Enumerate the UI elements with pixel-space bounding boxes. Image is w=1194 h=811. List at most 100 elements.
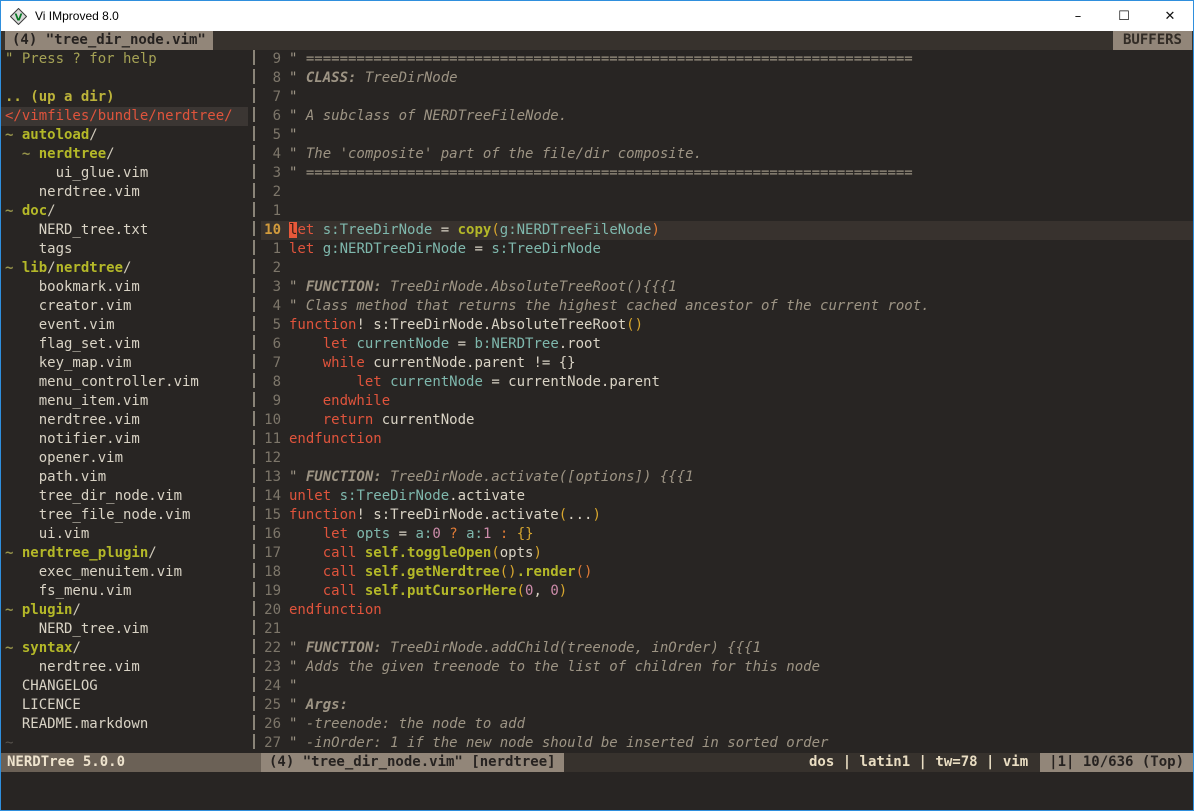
token-dir: doc [22, 203, 47, 219]
editor-line[interactable]: 21 [261, 620, 1193, 639]
line-number: 22 [261, 639, 289, 658]
vertical-split-separator[interactable] [248, 50, 261, 753]
token-op [289, 583, 323, 599]
token-slash: / [47, 203, 55, 219]
token-kw: endwhile [323, 393, 390, 409]
tree-file-tree-dir-node[interactable]: tree_dir_node.vim [1, 487, 248, 506]
tree-dir-doc[interactable]: ~ doc/ [1, 202, 248, 221]
tree-file-menu-controller[interactable]: menu_controller.vim [1, 373, 248, 392]
tree-file-path[interactable]: path.vim [1, 468, 248, 487]
tree-file-ui-glue[interactable]: ui_glue.vim [1, 164, 248, 183]
editor-line[interactable]: 2 [261, 259, 1193, 278]
editor-line[interactable]: 22" FUNCTION: TreeDirNode.addChild(treen… [261, 639, 1193, 658]
editor-line[interactable]: 23" Adds the given treenode to the list … [261, 658, 1193, 677]
tree-up-dir[interactable]: .. (up a dir) [1, 88, 248, 107]
tree-file-flag-set[interactable]: flag_set.vim [1, 335, 248, 354]
tree-eob-tilde[interactable]: ~ [1, 734, 248, 753]
token-op [508, 526, 516, 542]
line-code: function! s:TreeDirNode.AbsoluteTreeRoot… [289, 316, 1193, 335]
editor-line[interactable]: 25" Args: [261, 696, 1193, 715]
tree-dir-autoload-nerdtree[interactable]: ~ nerdtree/ [1, 145, 248, 164]
tree-file-creator[interactable]: creator.vim [1, 297, 248, 316]
tree-root-path[interactable]: </vimfiles/bundle/nerdtree/ [1, 107, 248, 126]
token-op: , [533, 583, 550, 599]
editor-line[interactable]: 7 while currentNode.parent != {} [261, 354, 1193, 373]
editor-line-current[interactable]: 10let s:TreeDirNode = copy(g:NERDTreeFil… [261, 221, 1193, 240]
tree-dir-syntax[interactable]: ~ syntax/ [1, 639, 248, 658]
editor-line[interactable]: 8" CLASS: TreeDirNode [261, 69, 1193, 88]
tree-file-nerd-tree-txt[interactable]: NERD_tree.txt [1, 221, 248, 240]
tree-blank[interactable] [1, 69, 248, 88]
editor-line[interactable]: 4" Class method that returns the highest… [261, 297, 1193, 316]
token-dir: autoload [22, 127, 89, 143]
editor-line[interactable]: 10 return currentNode [261, 411, 1193, 430]
line-number: 27 [261, 734, 289, 753]
editor-line[interactable]: 5function! s:TreeDirNode.AbsoluteTreeRoo… [261, 316, 1193, 335]
tree-file-lib-nerdtree-vim[interactable]: nerdtree.vim [1, 411, 248, 430]
tree-file-tree-file-node[interactable]: tree_file_node.vim [1, 506, 248, 525]
tree-file-menu-item[interactable]: menu_item.vim [1, 392, 248, 411]
editor-line[interactable]: 3" =====================================… [261, 164, 1193, 183]
tree-file-notifier[interactable]: notifier.vim [1, 430, 248, 449]
tree-file-bookmark[interactable]: bookmark.vim [1, 278, 248, 297]
buffers-label[interactable]: BUFFERS [1113, 31, 1192, 50]
tree-file-exec-menuitem[interactable]: exec_menuitem.vim [1, 563, 248, 582]
line-number: 16 [261, 525, 289, 544]
token-cm: TreeDirNode.AbsoluteTreeRoot(){{{1 [382, 279, 677, 295]
editor-line[interactable]: 5" [261, 126, 1193, 145]
editor-line[interactable]: 14unlet s:TreeDirNode.activate [261, 487, 1193, 506]
tab-tree-dir-node[interactable]: (4) "tree_dir_node.vim" [5, 31, 213, 50]
tree-file-ui[interactable]: ui.vim [1, 525, 248, 544]
editor-line[interactable]: 1let g:NERDTreeDirNode = s:TreeDirNode [261, 240, 1193, 259]
editor-line[interactable]: 13" FUNCTION: TreeDirNode.activate([opti… [261, 468, 1193, 487]
token-file: fs_menu.vim [5, 583, 131, 599]
token-file: nerdtree.vim [5, 659, 140, 675]
tree-dir-plugin[interactable]: ~ plugin/ [1, 601, 248, 620]
editor-line[interactable]: 19 call self.putCursorHere(0, 0) [261, 582, 1193, 601]
editor-line[interactable]: 12 [261, 449, 1193, 468]
tree-file-event[interactable]: event.vim [1, 316, 248, 335]
tree-file-licence[interactable]: LICENCE [1, 696, 248, 715]
tree-file-autoload-nerdtree-vim[interactable]: nerdtree.vim [1, 183, 248, 202]
tree-help-hint[interactable]: " Press ? for help [1, 50, 248, 69]
token-id: a: [415, 526, 432, 542]
editor-line[interactable]: 6" A subclass of NERDTreeFileNode. [261, 107, 1193, 126]
tree-file-readme[interactable]: README.markdown [1, 715, 248, 734]
editor-line[interactable]: 1 [261, 202, 1193, 221]
tree-dir-nerdtree-plugin[interactable]: ~ nerdtree_plugin/ [1, 544, 248, 563]
editor-line[interactable]: 16 let opts = a:0 ? a:1 : {} [261, 525, 1193, 544]
editor-line[interactable]: 2 [261, 183, 1193, 202]
line-number: 14 [261, 487, 289, 506]
tree-file-opener[interactable]: opener.vim [1, 449, 248, 468]
editor-line[interactable]: 15function! s:TreeDirNode.activate(...) [261, 506, 1193, 525]
editor-line[interactable]: 4" The 'composite' part of the file/dir … [261, 145, 1193, 164]
editor-line[interactable]: 26" -treenode: the node to add [261, 715, 1193, 734]
editor-line[interactable]: 27" -inOrder: 1 if the new node should b… [261, 734, 1193, 753]
editor-line[interactable]: 11endfunction [261, 430, 1193, 449]
tree-file-nerd-tree-vim[interactable]: NERD_tree.vim [1, 620, 248, 639]
editor-line[interactable]: 6 let currentNode = b:NERDTree.root [261, 335, 1193, 354]
editor-line[interactable]: 3" FUNCTION: TreeDirNode.AbsoluteTreeRoo… [261, 278, 1193, 297]
editor-line[interactable]: 17 call self.toggleOpen(opts) [261, 544, 1193, 563]
tree-dir-autoload[interactable]: ~ autoload/ [1, 126, 248, 145]
tree-file-key-map[interactable]: key_map.vim [1, 354, 248, 373]
line-number: 1 [261, 240, 289, 259]
command-line-area[interactable] [1, 772, 1193, 810]
editor-line[interactable]: 18 call self.getNerdtree().render() [261, 563, 1193, 582]
minimize-button[interactable]: – [1055, 1, 1101, 31]
editor-line[interactable]: 9" =====================================… [261, 50, 1193, 69]
editor-line[interactable]: 7" [261, 88, 1193, 107]
tree-dir-lib-nerdtree[interactable]: ~ lib/nerdtree/ [1, 259, 248, 278]
tree-file-tags[interactable]: tags [1, 240, 248, 259]
token-kw: endfunction [289, 602, 382, 618]
editor-line[interactable]: 9 endwhile [261, 392, 1193, 411]
tree-file-syntax-nerdtree-vim[interactable]: nerdtree.vim [1, 658, 248, 677]
editor-line[interactable]: 8 let currentNode = currentNode.parent [261, 373, 1193, 392]
status-nerdtree-version: NERDTree 5.0.0 [1, 753, 261, 772]
close-button[interactable]: ✕ [1147, 1, 1193, 31]
editor-line[interactable]: 24" [261, 677, 1193, 696]
maximize-button[interactable]: ☐ [1101, 1, 1147, 31]
tree-file-changelog[interactable]: CHANGELOG [1, 677, 248, 696]
editor-line[interactable]: 20endfunction [261, 601, 1193, 620]
tree-file-fs-menu[interactable]: fs_menu.vim [1, 582, 248, 601]
